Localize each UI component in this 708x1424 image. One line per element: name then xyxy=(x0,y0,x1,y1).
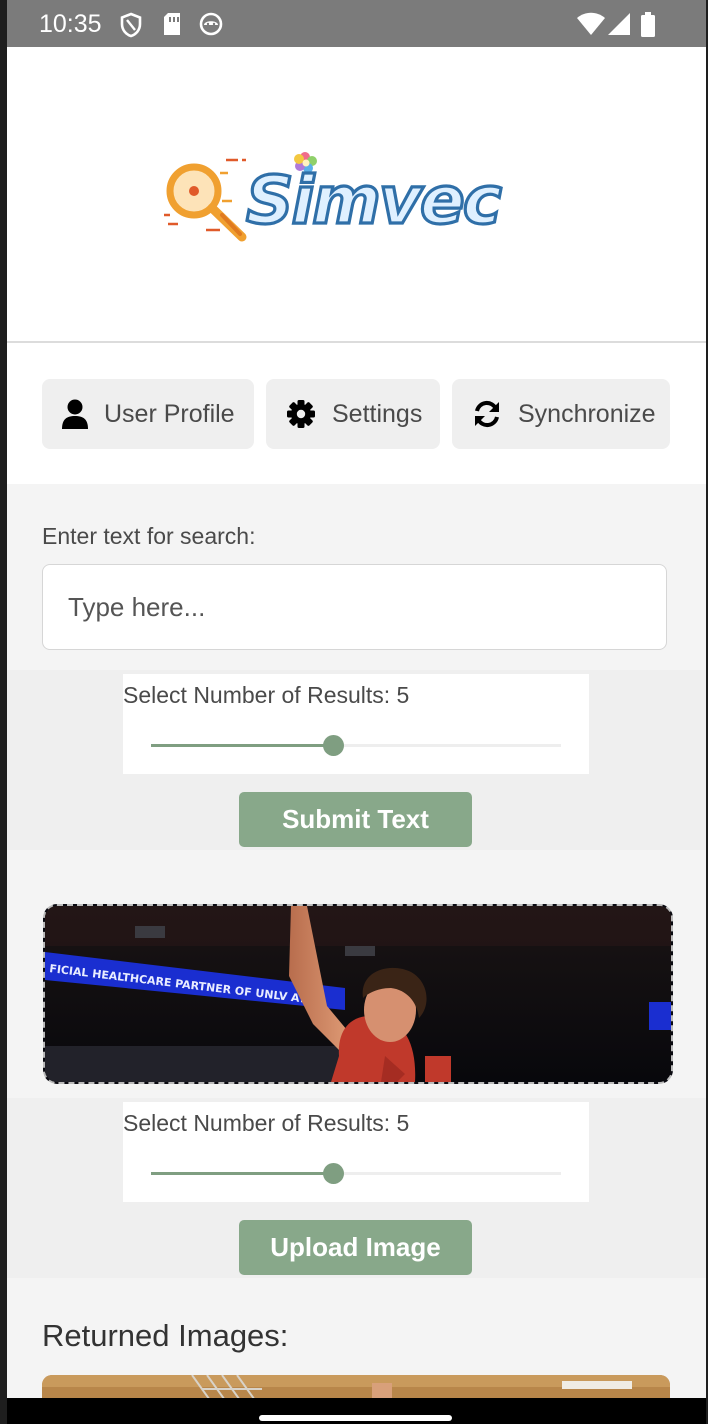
cell-signal-icon xyxy=(608,13,630,35)
returned-images-title: Returned Images: xyxy=(42,1318,289,1353)
user-icon xyxy=(62,399,88,429)
wifi-icon xyxy=(577,12,605,35)
app-logo: Simvec xyxy=(164,152,505,242)
settings-label: Settings xyxy=(332,399,423,428)
text-results-slider[interactable] xyxy=(151,735,561,756)
slider-fill xyxy=(151,1172,333,1175)
synchronize-button[interactable]: Synchronize xyxy=(452,379,670,449)
search-input[interactable] xyxy=(42,564,667,650)
app-screen: 10:35 Simvec User Profile Settings Synch… xyxy=(7,0,706,1424)
image-search-controls: Select Number of Results: 5 Upload Image xyxy=(7,1098,706,1278)
user-profile-button[interactable]: User Profile xyxy=(42,379,254,449)
slider-thumb[interactable] xyxy=(323,735,344,756)
image-results-label: Select Number of Results: 5 xyxy=(123,1110,410,1136)
slider-thumb[interactable] xyxy=(323,1163,344,1184)
battery-icon xyxy=(641,12,655,37)
search-label: Enter text for search: xyxy=(42,523,256,549)
header: Simvec xyxy=(7,47,706,343)
shield-icon xyxy=(120,12,142,38)
status-bar: 10:35 xyxy=(7,0,706,47)
image-results-slider[interactable] xyxy=(151,1163,561,1184)
image-results-slider-box: Select Number of Results: 5 xyxy=(123,1102,589,1202)
submit-text-button[interactable]: Submit Text xyxy=(239,792,472,847)
gear-icon xyxy=(287,400,315,428)
sync-icon xyxy=(475,400,499,428)
logo-wordmark: Simvec xyxy=(246,162,502,239)
slider-fill xyxy=(151,744,333,747)
user-profile-label: User Profile xyxy=(104,399,235,428)
basketball-player-image: FICIAL HEALTHCARE PARTNER OF UNLV ATHL xyxy=(45,906,671,1082)
android-face-icon xyxy=(199,12,223,36)
text-results-label: Select Number of Results: 5 xyxy=(123,682,410,708)
synchronize-label: Synchronize xyxy=(518,399,656,428)
upload-image-button[interactable]: Upload Image xyxy=(239,1220,472,1275)
sim-card-icon xyxy=(164,13,180,35)
uploaded-image-preview[interactable]: FICIAL HEALTHCARE PARTNER OF UNLV ATHL xyxy=(43,904,673,1084)
home-indicator[interactable] xyxy=(259,1415,452,1421)
status-time: 10:35 xyxy=(39,10,102,38)
text-search-controls: Select Number of Results: 5 Submit Text xyxy=(7,670,706,850)
text-results-slider-box: Select Number of Results: 5 xyxy=(123,674,589,774)
nav-bar: User Profile Settings Synchronize xyxy=(7,343,706,484)
settings-button[interactable]: Settings xyxy=(266,379,440,449)
